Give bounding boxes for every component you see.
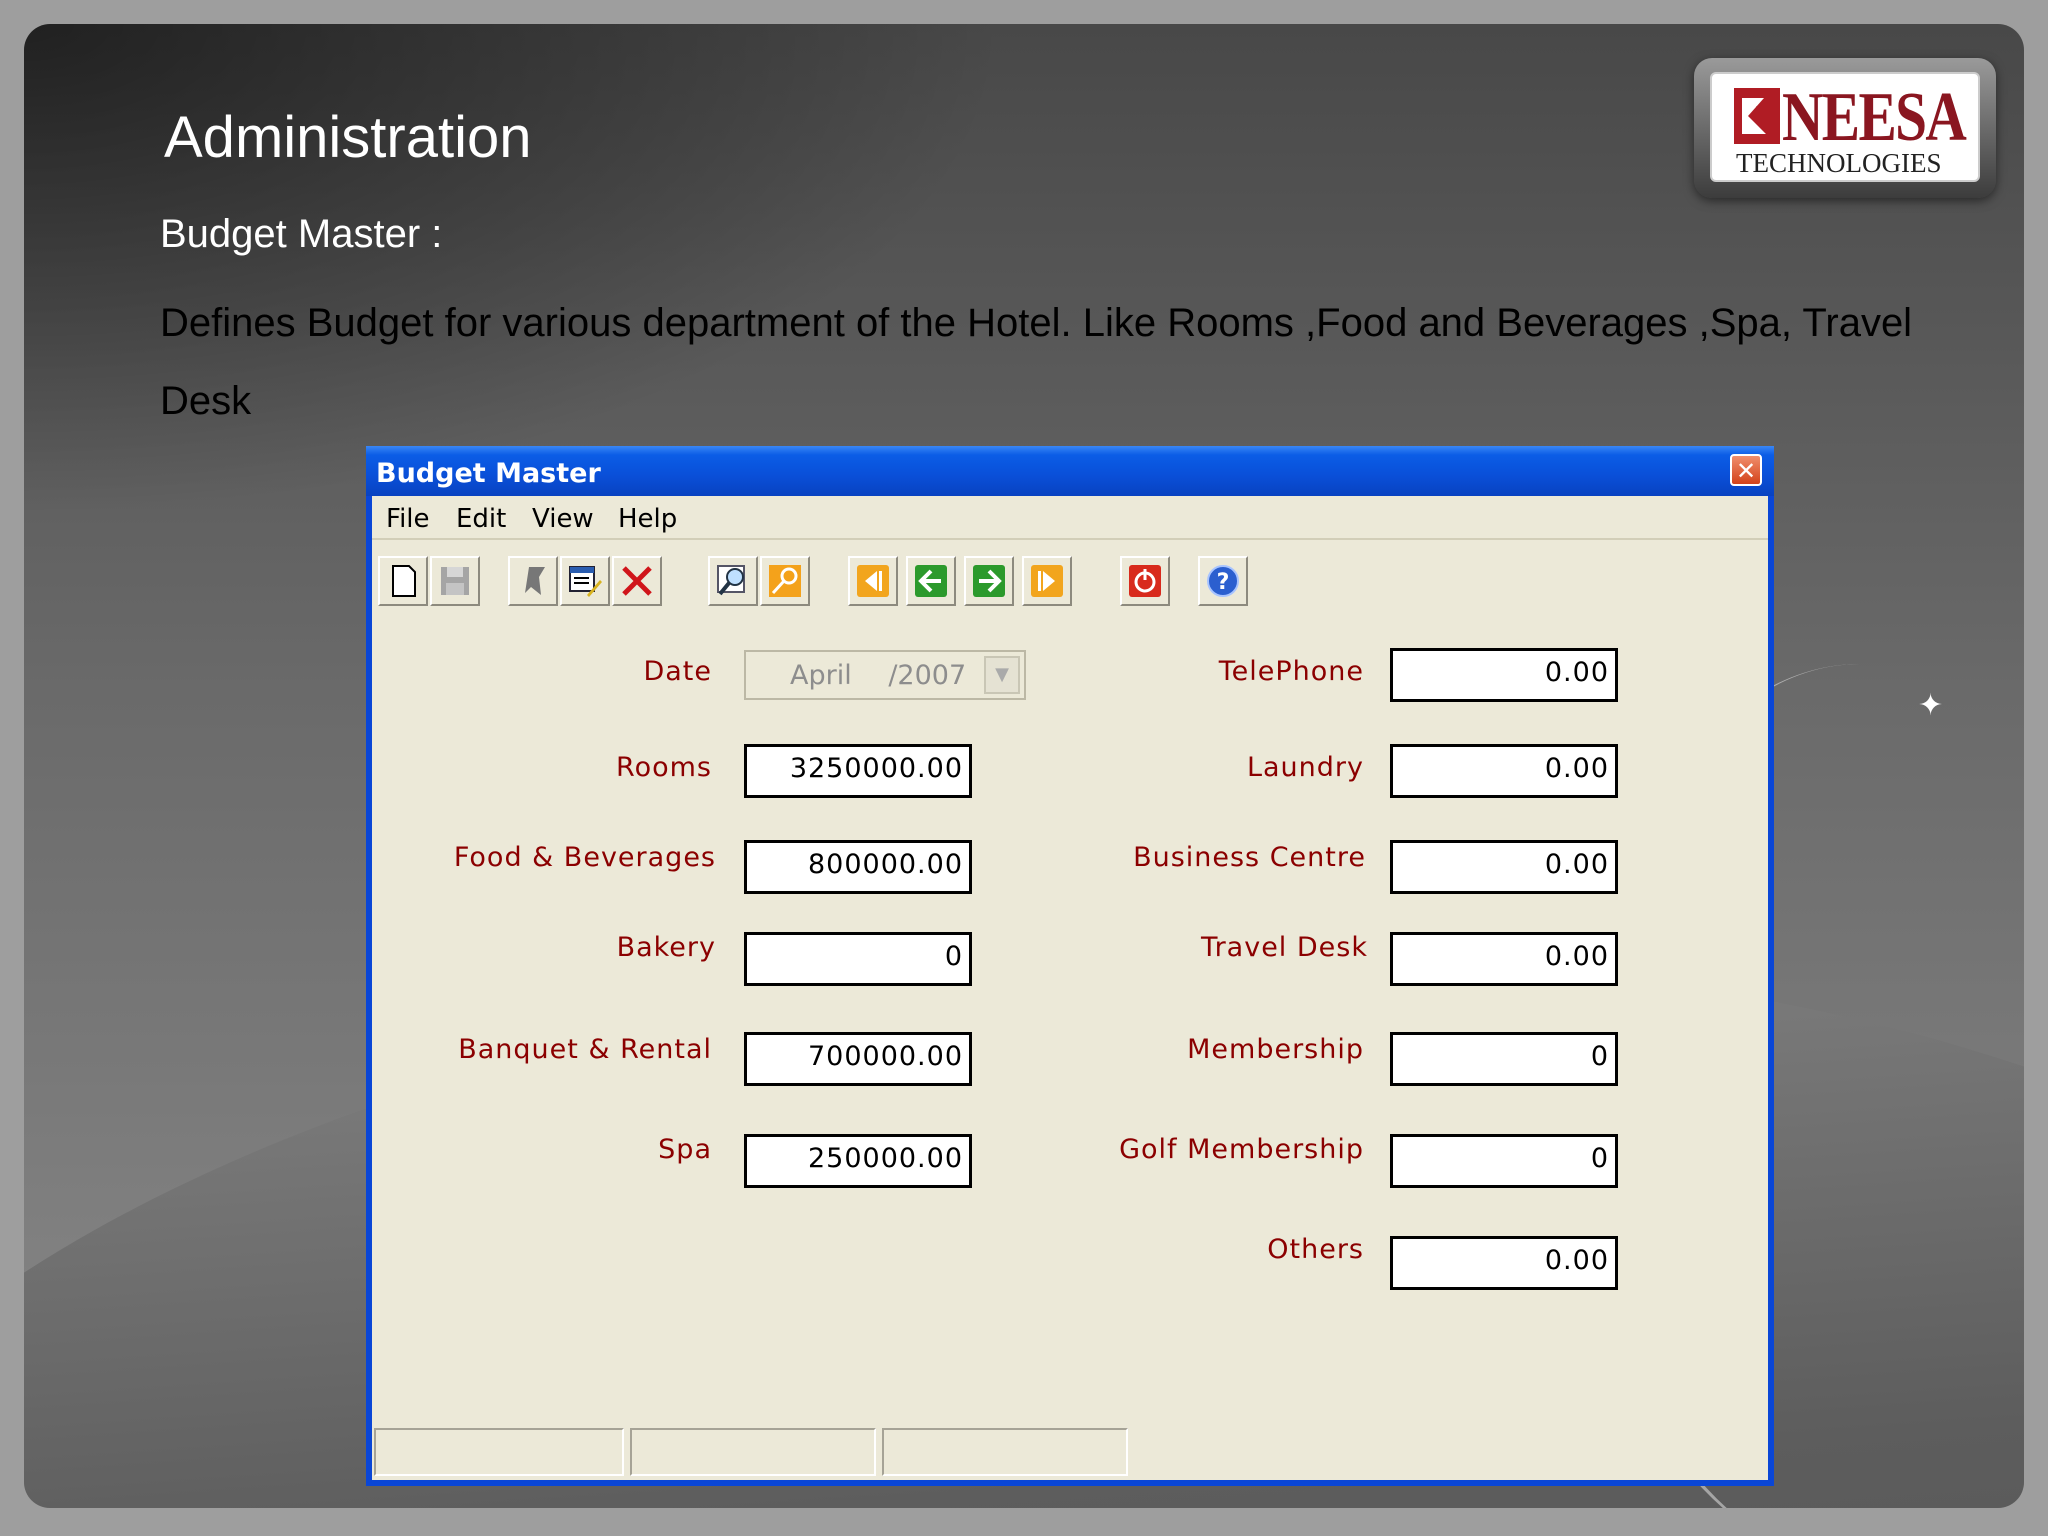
travel-desk-label: Travel Desk <box>1201 932 1368 963</box>
svg-text:?: ? <box>1217 570 1230 595</box>
travel-desk-input[interactable]: 0.00 <box>1390 932 1618 986</box>
next-record-button[interactable] <box>964 556 1014 606</box>
first-record-button[interactable] <box>848 556 898 606</box>
chevron-down-icon[interactable]: ▼ <box>984 656 1020 694</box>
find-icon <box>717 565 745 596</box>
banquet-rental-input[interactable]: 700000.00 <box>744 1032 972 1086</box>
exit-button[interactable] <box>1120 556 1170 606</box>
sparkle-icon: ✦ <box>1918 689 1944 722</box>
golf-membership-input[interactable]: 0 <box>1390 1134 1618 1188</box>
edit-icon <box>569 566 602 597</box>
toolbar: ? <box>372 546 1768 616</box>
membership-label: Membership <box>1187 1034 1364 1065</box>
menu-help[interactable]: Help <box>618 504 677 534</box>
logo-name: NEESA <box>1782 79 1967 156</box>
banquet-rental-label: Banquet & Rental <box>458 1034 712 1065</box>
next-record-icon <box>973 565 1005 597</box>
save-icon <box>441 567 469 595</box>
help-icon: ? <box>1207 565 1239 597</box>
logo-mark-icon <box>1734 88 1780 144</box>
status-bar <box>372 1428 1768 1480</box>
others-input[interactable]: 0.00 <box>1390 1236 1618 1290</box>
telephone-label: TelePhone <box>1218 656 1364 687</box>
business-centre-input[interactable]: 0.00 <box>1390 840 1618 894</box>
exit-icon <box>1129 565 1161 597</box>
logo-tagline: TECHNOLOGIES <box>1736 148 1942 178</box>
last-record-button[interactable] <box>1022 556 1072 606</box>
menu-view[interactable]: View <box>532 504 594 534</box>
save-button[interactable] <box>430 556 480 606</box>
spa-label: Spa <box>658 1134 712 1165</box>
rooms-input[interactable]: 3250000.00 <box>744 744 972 798</box>
close-button[interactable]: ✕ <box>1730 454 1762 486</box>
budget-master-window: Budget Master ✕ File Edit View Help ? Da… <box>366 446 1774 1486</box>
new-button[interactable] <box>378 556 428 606</box>
undo-icon <box>525 567 545 595</box>
slide-description: Defines Budget for various department of… <box>160 301 1913 423</box>
slide-heading: Administration <box>164 105 532 170</box>
previous-record-button[interactable] <box>906 556 956 606</box>
key-icon <box>769 565 801 597</box>
menu-bar: File Edit View Help <box>372 496 1768 540</box>
window-title-bar[interactable]: Budget Master ✕ <box>366 446 1774 496</box>
date-month: April <box>790 660 852 691</box>
date-year: /2007 <box>888 660 967 691</box>
status-pane-2 <box>630 1428 876 1476</box>
date-picker[interactable]: April /2007 ▼ <box>744 650 1026 700</box>
slide-subheading: Budget Master : <box>160 212 443 256</box>
close-icon: ✕ <box>1735 457 1757 485</box>
find-button[interactable] <box>708 556 758 606</box>
key-button[interactable] <box>760 556 810 606</box>
first-record-icon <box>857 565 889 597</box>
menu-edit[interactable]: Edit <box>456 504 506 534</box>
membership-input[interactable]: 0 <box>1390 1032 1618 1086</box>
window-title: Budget Master <box>376 458 601 489</box>
business-centre-label: Business Centre <box>1133 842 1366 873</box>
previous-record-icon <box>915 565 947 597</box>
company-logo: NEESA TECHNOLOGIES <box>1694 58 1996 198</box>
delete-icon <box>622 566 652 596</box>
status-pane-1 <box>374 1428 624 1476</box>
new-icon <box>392 565 416 597</box>
food-beverages-label: Food & Beverages <box>453 842 716 873</box>
last-record-icon <box>1031 565 1063 597</box>
menu-file[interactable]: File <box>386 504 430 534</box>
laundry-input[interactable]: 0.00 <box>1390 744 1618 798</box>
telephone-input[interactable]: 0.00 <box>1390 648 1618 702</box>
date-label: Date <box>643 656 712 687</box>
undo-button[interactable] <box>508 556 558 606</box>
edit-button[interactable] <box>560 556 610 606</box>
spa-input[interactable]: 250000.00 <box>744 1134 972 1188</box>
help-button[interactable]: ? <box>1198 556 1248 606</box>
others-label: Others <box>1267 1234 1364 1265</box>
food-beverages-input[interactable]: 800000.00 <box>744 840 972 894</box>
date-value: April /2007 <box>790 660 966 691</box>
golf-membership-label: Golf Membership <box>1119 1134 1364 1165</box>
bakery-label: Bakery <box>616 932 716 963</box>
bakery-input[interactable]: 0 <box>744 932 972 986</box>
delete-button[interactable] <box>612 556 662 606</box>
rooms-label: Rooms <box>616 752 712 783</box>
status-pane-3 <box>882 1428 1128 1476</box>
laundry-label: Laundry <box>1246 752 1364 783</box>
